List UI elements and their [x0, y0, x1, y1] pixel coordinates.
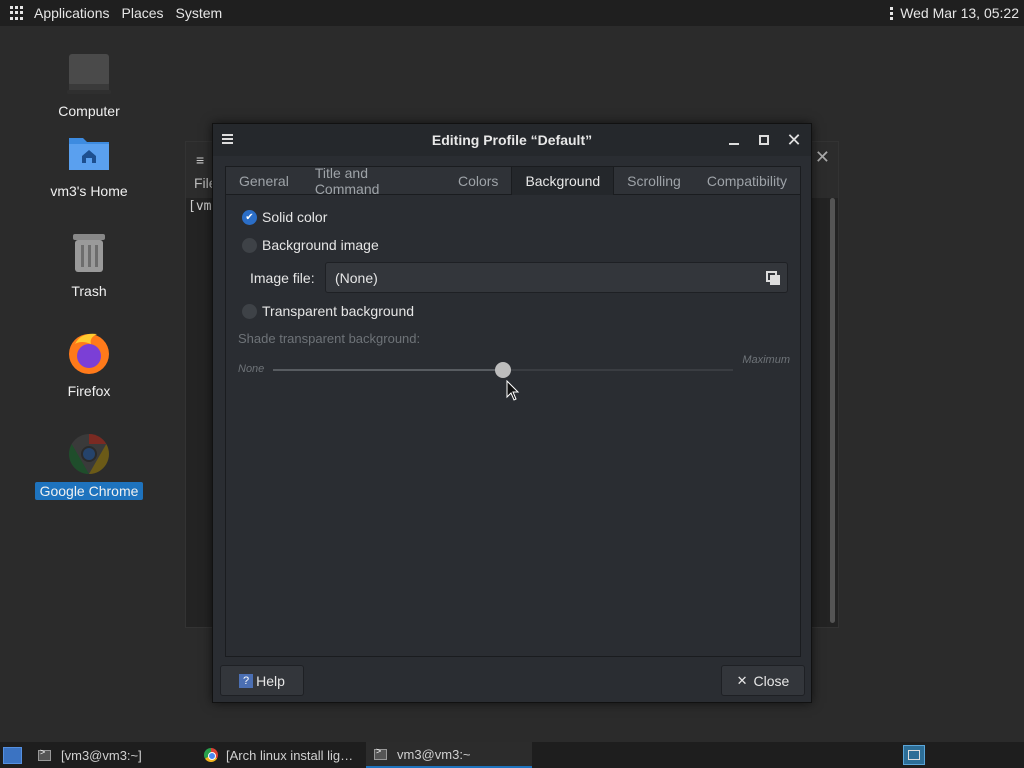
- shade-label: Shade transparent background:: [238, 331, 421, 346]
- solid-color-option[interactable]: ✔ Solid color: [242, 209, 327, 225]
- show-desktop-button[interactable]: [3, 747, 22, 764]
- hamburger-icon[interactable]: [222, 134, 233, 146]
- image-file-label: Image file:: [250, 270, 315, 286]
- taskbar-item-label: vm3@vm3:~: [397, 746, 471, 762]
- radio-button: [242, 303, 257, 319]
- shade-slider-knob[interactable]: [495, 362, 511, 378]
- close-button[interactable]: ✕ Close: [721, 665, 805, 696]
- background-image-option[interactable]: Background image: [242, 237, 379, 253]
- places-menu[interactable]: Places: [116, 0, 170, 26]
- clock[interactable]: Wed Mar 13, 05:22: [900, 5, 1019, 21]
- more-vertical-icon[interactable]: [890, 6, 894, 20]
- shade-slider-fill: [273, 369, 503, 371]
- tray-terminal-icon[interactable]: [903, 745, 925, 765]
- close-icon[interactable]: ✕: [815, 147, 830, 168]
- desktop-label: vm3's Home: [50, 183, 128, 199]
- terminal-icon: [374, 746, 387, 760]
- trash-icon: [65, 230, 113, 278]
- top-panel: Applications Places System Wed Mar 13, 0…: [0, 0, 1024, 26]
- chrome-icon: [204, 748, 218, 762]
- help-button[interactable]: ? Help: [220, 665, 304, 696]
- desktop-icon-home[interactable]: vm3's Home: [29, 130, 149, 200]
- radio-button: [242, 237, 257, 253]
- desktop-label: Trash: [71, 283, 107, 299]
- taskbar-item-terminal-2[interactable]: vm3@vm3:~: [366, 742, 532, 768]
- help-icon: ?: [239, 673, 254, 688]
- maximize-button[interactable]: [755, 131, 773, 149]
- shade-max-label: Maximum: [742, 354, 790, 366]
- minimize-icon: [729, 143, 739, 145]
- checkmark-icon: ✔: [242, 209, 257, 225]
- mouse-pointer-icon: [506, 379, 520, 405]
- close-icon: ✕: [786, 130, 802, 150]
- tab-colors[interactable]: Colors: [445, 167, 511, 195]
- file-open-icon[interactable]: [766, 271, 780, 285]
- background-image-label: Background image: [262, 237, 379, 253]
- solid-color-label: Solid color: [262, 209, 328, 225]
- close-label: Close: [753, 672, 790, 689]
- tab-compatibility[interactable]: Compatibility: [694, 167, 800, 195]
- minimize-button[interactable]: [725, 131, 743, 149]
- help-label: Help: [256, 672, 285, 689]
- maximize-icon: [759, 135, 769, 145]
- menu-icon[interactable]: ≡: [196, 152, 204, 168]
- apps-grid-icon[interactable]: [10, 6, 24, 20]
- close-window-button[interactable]: ✕: [785, 131, 803, 149]
- shade-min-label: None: [238, 363, 265, 375]
- home-folder-icon: [65, 130, 113, 178]
- firefox-icon: [65, 330, 113, 378]
- transparent-background-option[interactable]: Transparent background: [242, 303, 414, 319]
- desktop-label: Computer: [58, 103, 120, 119]
- dialog-titlebar[interactable]: Editing Profile “Default” ✕: [213, 124, 811, 156]
- desktop-icon-computer[interactable]: Computer: [29, 50, 149, 120]
- tab-bar: General Title and Command Colors Backgro…: [226, 165, 800, 197]
- desktop-icon-firefox[interactable]: Firefox: [29, 330, 149, 400]
- profile-dialog: Editing Profile “Default” ✕ General Titl…: [212, 123, 812, 703]
- desktop-icon-chrome[interactable]: Google Chrome: [29, 430, 149, 500]
- profile-notebook: General Title and Command Colors Backgro…: [225, 165, 801, 657]
- scrollbar[interactable]: [830, 198, 835, 623]
- chrome-icon: [65, 430, 113, 478]
- tab-scrolling[interactable]: Scrolling: [614, 167, 694, 195]
- tab-general[interactable]: General: [226, 167, 302, 195]
- image-file-value: (None): [335, 269, 378, 286]
- taskbar-item-terminal-1[interactable]: [vm3@vm3:~]: [30, 742, 195, 768]
- shade-slider[interactable]: [273, 362, 733, 378]
- taskbar-item-chrome[interactable]: [Arch linux install lig…: [196, 742, 366, 768]
- taskbar-item-label: [vm3@vm3:~]: [61, 747, 142, 763]
- desktop-label: Google Chrome: [34, 482, 144, 500]
- tab-background[interactable]: Background: [511, 167, 615, 195]
- close-icon: ✕: [736, 672, 748, 688]
- bottom-taskbar: [vm3@vm3:~] [Arch linux install lig… vm3…: [0, 742, 1024, 768]
- transparent-background-label: Transparent background: [262, 303, 415, 319]
- terminal-icon: [38, 747, 51, 761]
- taskbar-item-label: [Arch linux install lig…: [226, 747, 354, 763]
- system-menu[interactable]: System: [170, 0, 229, 26]
- computer-icon: [65, 50, 113, 98]
- desktop-label: Firefox: [67, 383, 111, 399]
- dialog-title: Editing Profile “Default”: [431, 132, 593, 148]
- image-file-chooser[interactable]: (None): [325, 262, 788, 293]
- tab-title-and-command[interactable]: Title and Command: [302, 165, 445, 197]
- desktop-icon-trash[interactable]: Trash: [29, 230, 149, 300]
- applications-menu[interactable]: Applications: [28, 0, 116, 26]
